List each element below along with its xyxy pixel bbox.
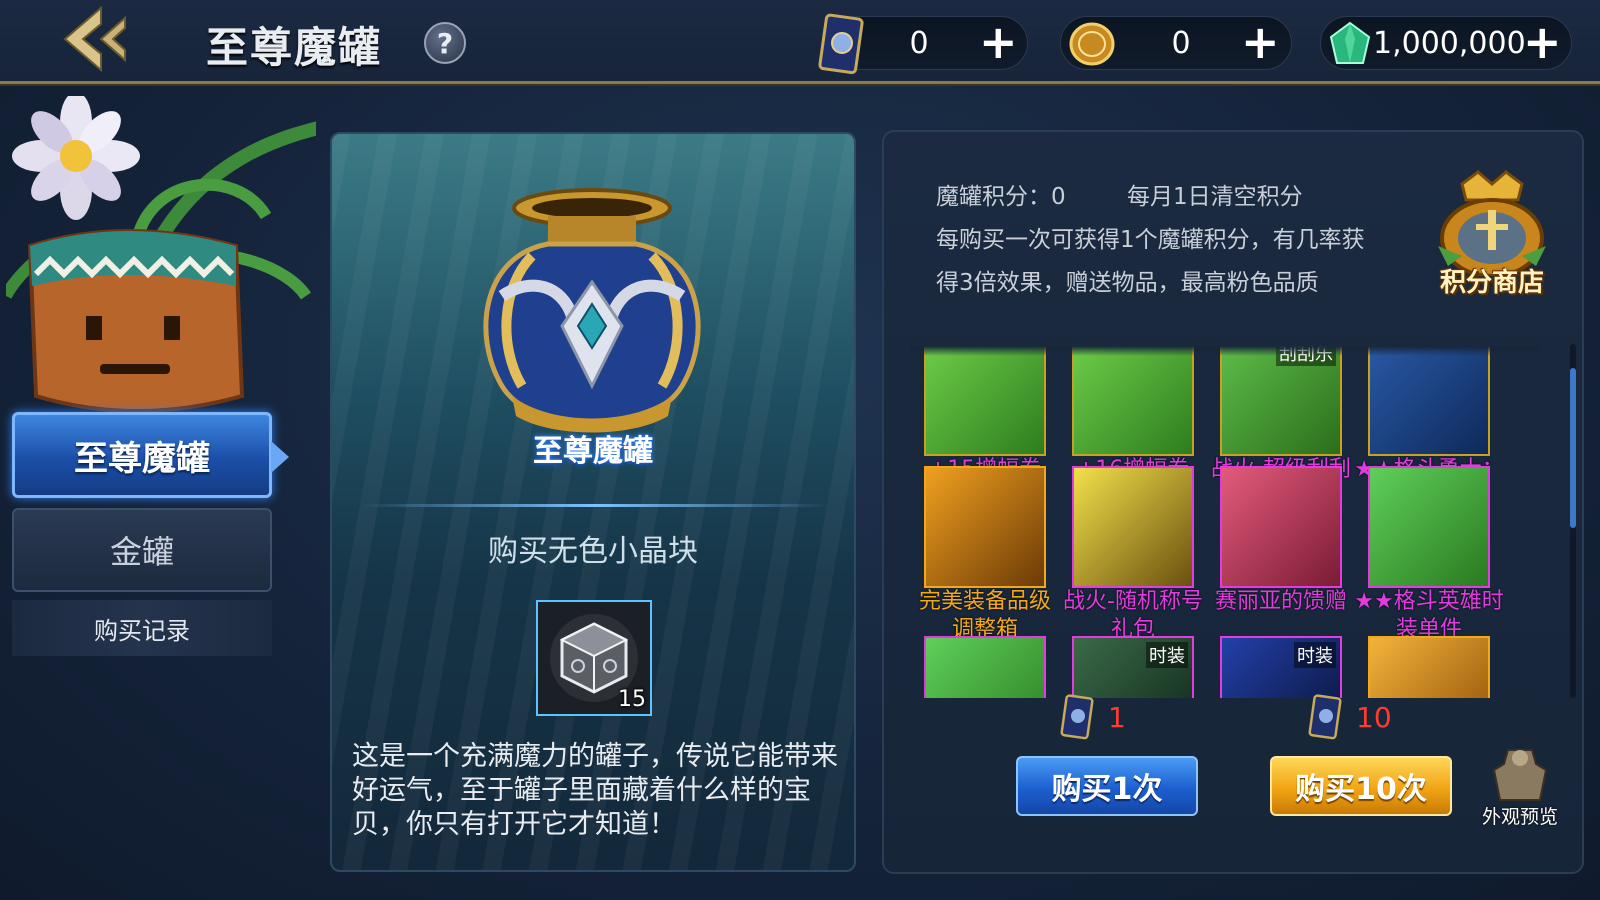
top-fade (910, 346, 1540, 356)
score-value: 0 (1051, 184, 1066, 210)
reward-item[interactable]: 赛丽亚的馈赠 (1206, 466, 1356, 616)
top-bar: 至尊魔罐 ? 0 + 0 + 1,000,000 + (0, 0, 1600, 84)
reward-item-icon: 刮刮乐 (1220, 346, 1342, 456)
reward-item[interactable]: 时装 (1206, 636, 1356, 698)
score-rule-text: 每购买一次可获得1个魔罐积分，有几率获得3倍效果，赠送物品，最高粉色品质 (936, 227, 1365, 296)
reward-item-icon (1220, 466, 1342, 588)
points-shop-icon (1438, 170, 1546, 278)
reward-item-icon: 时装 (1220, 636, 1342, 698)
add-card-ticket-button[interactable]: + (979, 19, 1018, 65)
card-ticket-icon (1308, 694, 1342, 740)
gold-coin-currency: 0 + (1060, 16, 1292, 70)
reward-item-tag: 时装 (1146, 642, 1188, 668)
gold-coin-icon (1069, 22, 1115, 66)
purchase-item-label: 购买无色小晶块 (488, 534, 698, 569)
help-button[interactable]: ? (424, 22, 466, 64)
tab-supreme-jar[interactable]: 至尊魔罐 (12, 412, 289, 498)
reward-items-grid: +15增幅券(100%)+16增幅券(100%)刮刮乐战火-超级刮刮乐★★格斗勇… (910, 346, 1540, 698)
add-gold-coin-button[interactable]: + (1241, 19, 1280, 65)
crystal-chunk-item-slot[interactable]: 15 (536, 600, 652, 716)
add-crystal-button[interactable]: + (1523, 19, 1562, 65)
crystal-currency: 1,000,000 + (1320, 16, 1572, 70)
purchase-history-button[interactable]: 购买记录 (12, 600, 272, 656)
score-reset-note: 每月1日清空积分 (1126, 184, 1303, 210)
score-line: 魔罐积分：0 每月1日清空积分 (936, 176, 1376, 219)
appearance-preview-label: 外观预览 (1481, 806, 1558, 828)
points-shop-button[interactable]: 积分商店 (1422, 166, 1562, 306)
reward-item-icon (924, 636, 1046, 698)
points-shop-label: 积分商店 (1439, 268, 1544, 298)
item-quantity: 15 (618, 687, 646, 712)
reward-item[interactable]: ★★格斗英雄时装单件 (1354, 466, 1504, 644)
card-ticket-currency: 0 + (818, 13, 1028, 75)
buy-ten-button[interactable]: 购买10次 (1270, 756, 1452, 816)
crystal-count: 1,000,000 (1373, 26, 1526, 61)
reward-item-icon (1072, 466, 1194, 588)
gold-coin-count: 0 (1171, 26, 1191, 61)
reward-item[interactable] (1354, 636, 1504, 698)
rewards-panel: 魔罐积分：0 每月1日清空积分 每购买一次可获得1个魔罐积分，有几率获得3倍效果… (882, 130, 1584, 874)
reward-item-icon (1368, 466, 1490, 588)
jar-name-label: 至尊魔罐 (533, 434, 653, 469)
reward-item-icon (1072, 346, 1194, 456)
reward-item-tag: 时装 (1294, 642, 1336, 668)
reward-item-icon (1368, 346, 1490, 456)
reward-item-name: 赛丽亚的馈赠 (1214, 589, 1347, 614)
reward-item[interactable]: 完美装备品级调整箱 (910, 466, 1060, 644)
reward-item[interactable] (910, 636, 1060, 698)
price-ten: 10 (1308, 694, 1392, 740)
potted-flower-mascot (6, 96, 316, 413)
back-arrow-icon (63, 5, 126, 73)
magic-jar-icon (483, 188, 701, 433)
rewards-scrollbar[interactable] (1570, 344, 1576, 698)
page-title: 至尊魔罐 (206, 23, 383, 72)
reward-item[interactable]: 战火-随机称号礼包 (1058, 466, 1208, 644)
reward-item-icon (924, 346, 1046, 456)
card-ticket-count: 0 (909, 26, 929, 61)
score-info: 魔罐积分：0 每月1日清空积分 每购买一次可获得1个魔罐积分，有几率获得3倍效果… (936, 176, 1376, 305)
appearance-preview-button[interactable]: 外观预览 (1470, 744, 1570, 832)
reward-item[interactable]: 时装 (1058, 636, 1208, 698)
scroll-thumb[interactable] (1570, 368, 1576, 528)
back-button[interactable] (56, 4, 138, 74)
price-one: 1 (1060, 694, 1126, 740)
jar-description: 这是一个充满魔力的罐子，传说它能带来好运气，至于罐子里面藏着什么样的宝贝，你只有… (352, 741, 838, 840)
buy-once-button[interactable]: 购买1次 (1016, 756, 1198, 816)
glow-divider (362, 504, 828, 507)
tab-gold-jar[interactable]: 金罐 (12, 508, 272, 592)
reward-item-icon: 时装 (1072, 636, 1194, 698)
card-ticket-icon (818, 13, 864, 75)
score-label: 魔罐积分： (936, 184, 1051, 210)
reward-item-icon (1368, 636, 1490, 698)
price-ten-value: 10 (1356, 700, 1392, 734)
reward-item-icon (924, 466, 1046, 588)
crystal-gem-icon (1329, 21, 1371, 64)
jar-panel: 至尊魔罐 购买无色小晶块 15 这是一个充满魔力的罐子，传说它能带来好运气，至于… (330, 132, 856, 872)
price-one-value: 1 (1108, 700, 1126, 734)
card-ticket-icon (1060, 694, 1094, 740)
armor-figure-icon (1492, 749, 1548, 801)
